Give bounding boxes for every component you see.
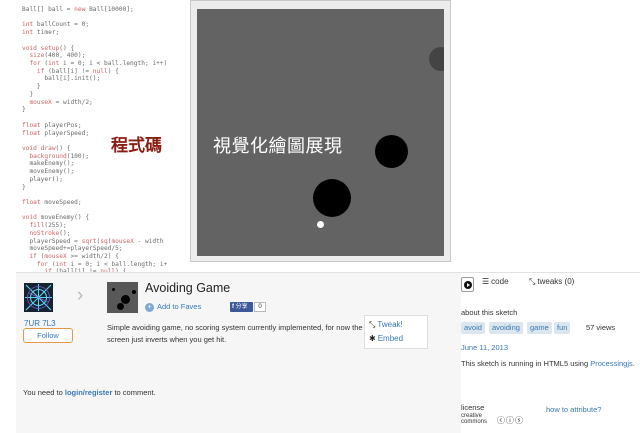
code-icon: ☰	[482, 277, 490, 286]
code-line: size(400, 400);	[29, 52, 86, 60]
player-dot	[317, 221, 324, 228]
login-register-link[interactable]: login/register	[65, 388, 113, 397]
code-line: float playerPos;	[22, 121, 82, 129]
tab-code[interactable]: ☰ code	[482, 277, 509, 286]
source-code: Ball[] ball = new Ball[10000]; int ballC…	[22, 6, 197, 272]
tweak-icon: ⤡	[369, 320, 376, 329]
tab-tweaks[interactable]: ⤡ tweaks (0)	[529, 277, 574, 287]
code-line: noStroke();	[29, 229, 71, 237]
sketch-sidebar: ☰ code ⤡ tweaks (0) about this sketch avoi…	[461, 273, 640, 433]
sketch-title: Avoiding Game	[145, 281, 231, 295]
code-line: }	[22, 106, 26, 114]
tag-link[interactable]: game	[527, 322, 552, 334]
code-line: float moveSpeed;	[22, 198, 82, 206]
avatar[interactable]	[24, 283, 53, 312]
share-count: 0	[254, 302, 266, 312]
code-line: if (ball[i] != null) {	[36, 67, 119, 75]
embed-link[interactable]: ✱ Embed	[369, 334, 403, 343]
facebook-icon: f	[232, 304, 234, 310]
enemy-ball	[375, 135, 408, 168]
code-line: void draw() {	[22, 144, 71, 152]
embed-label: Embed	[377, 334, 404, 343]
canvas-caption: 視覺化繪圖展現	[213, 136, 343, 157]
license-heading: license	[461, 403, 485, 412]
processingjs-link[interactable]: Processingjs	[590, 359, 633, 368]
code-line: moveSpeed+=playerSpeed/5;	[22, 245, 123, 253]
follow-button[interactable]: Follow	[23, 328, 73, 343]
tweaks-icon: ⤡	[529, 277, 536, 286]
code-line: for (int i = 0; i < ball.length; i++)	[29, 60, 168, 68]
about-heading: about this sketch	[461, 308, 518, 317]
enemy-ball	[429, 47, 444, 71]
code-line: }	[22, 183, 26, 191]
add-to-faves-link[interactable]: + Add to Faves	[145, 301, 201, 312]
code-line: makeEnemy();	[22, 160, 75, 168]
how-to-attribute-link[interactable]: how to attribute?	[546, 405, 601, 414]
enemy-ball	[313, 179, 351, 217]
code-line: fill(255);	[29, 222, 67, 230]
code-line: void setup() {	[22, 44, 75, 52]
tag-link[interactable]: avoiding	[489, 322, 523, 334]
creative-commons-logo[interactable]: creative commons	[461, 413, 495, 425]
view-count: 57 views	[586, 323, 616, 332]
play-tab[interactable]	[461, 277, 474, 292]
code-line: void moveEnemy() {	[22, 214, 90, 222]
code-line: for (int i = 0; i < ball.length; i+	[36, 260, 168, 268]
embed-icon: ✱	[369, 334, 376, 343]
sketch-info-panel: 7UR 7L3 Follow › Avoiding Game + Add to F…	[16, 272, 640, 433]
sketch-description: Simple avoiding game, no scoring system …	[107, 323, 363, 344]
cc-license-icons: ⓒⓘⓢ	[497, 416, 524, 425]
tag-link[interactable]: avoid	[461, 322, 485, 334]
author-name[interactable]: 7UR 7L3	[24, 319, 56, 328]
sketch-actions: ⤡ Tweak! ✱ Embed	[364, 315, 428, 349]
code-line: int timer;	[22, 29, 60, 37]
code-line: mouseX = width/2;	[29, 98, 93, 106]
code-line: }	[22, 90, 34, 98]
sketch-date: June 11, 2013	[461, 343, 508, 352]
code-line: player();	[22, 175, 63, 183]
facebook-share-button[interactable]: f 分享	[230, 302, 253, 312]
chevron-right-icon[interactable]: ›	[77, 285, 83, 307]
sketch-thumbnail[interactable]	[107, 282, 138, 313]
code-line: ball[i].init();	[22, 75, 101, 83]
add-to-faves-label: Add to Faves	[157, 302, 202, 311]
comment-prompt: You need to login/register to comment.	[23, 388, 156, 397]
share-label: 分享	[235, 304, 248, 310]
html5-note: This sketch is running in HTML5 using Pr…	[461, 359, 635, 368]
code-line: if (mouseX >= width/2) {	[29, 253, 119, 260]
code-label: 程式碼	[111, 136, 162, 156]
tweak-link[interactable]: ⤡ Tweak!	[369, 320, 403, 330]
code-line: Ball[] ball = new Ball[10000];	[22, 6, 134, 13]
code-line: background(100);	[29, 152, 90, 160]
tag-link[interactable]: fun	[554, 322, 571, 334]
sketch-frame: 視覺化繪圖展現	[190, 0, 451, 262]
code-line: playerSpeed = sqrt(sq(mouseX - width	[22, 237, 164, 245]
code-line: }	[22, 83, 41, 91]
code-line: float playerSpeed;	[22, 129, 90, 137]
tweak-label: Tweak!	[377, 320, 403, 329]
sketch-canvas[interactable]: 視覺化繪圖展現	[197, 9, 444, 256]
plus-icon: +	[145, 302, 154, 312]
code-line: int ballCount = 0;	[22, 21, 90, 29]
code-line: moveEnemy();	[22, 168, 75, 176]
